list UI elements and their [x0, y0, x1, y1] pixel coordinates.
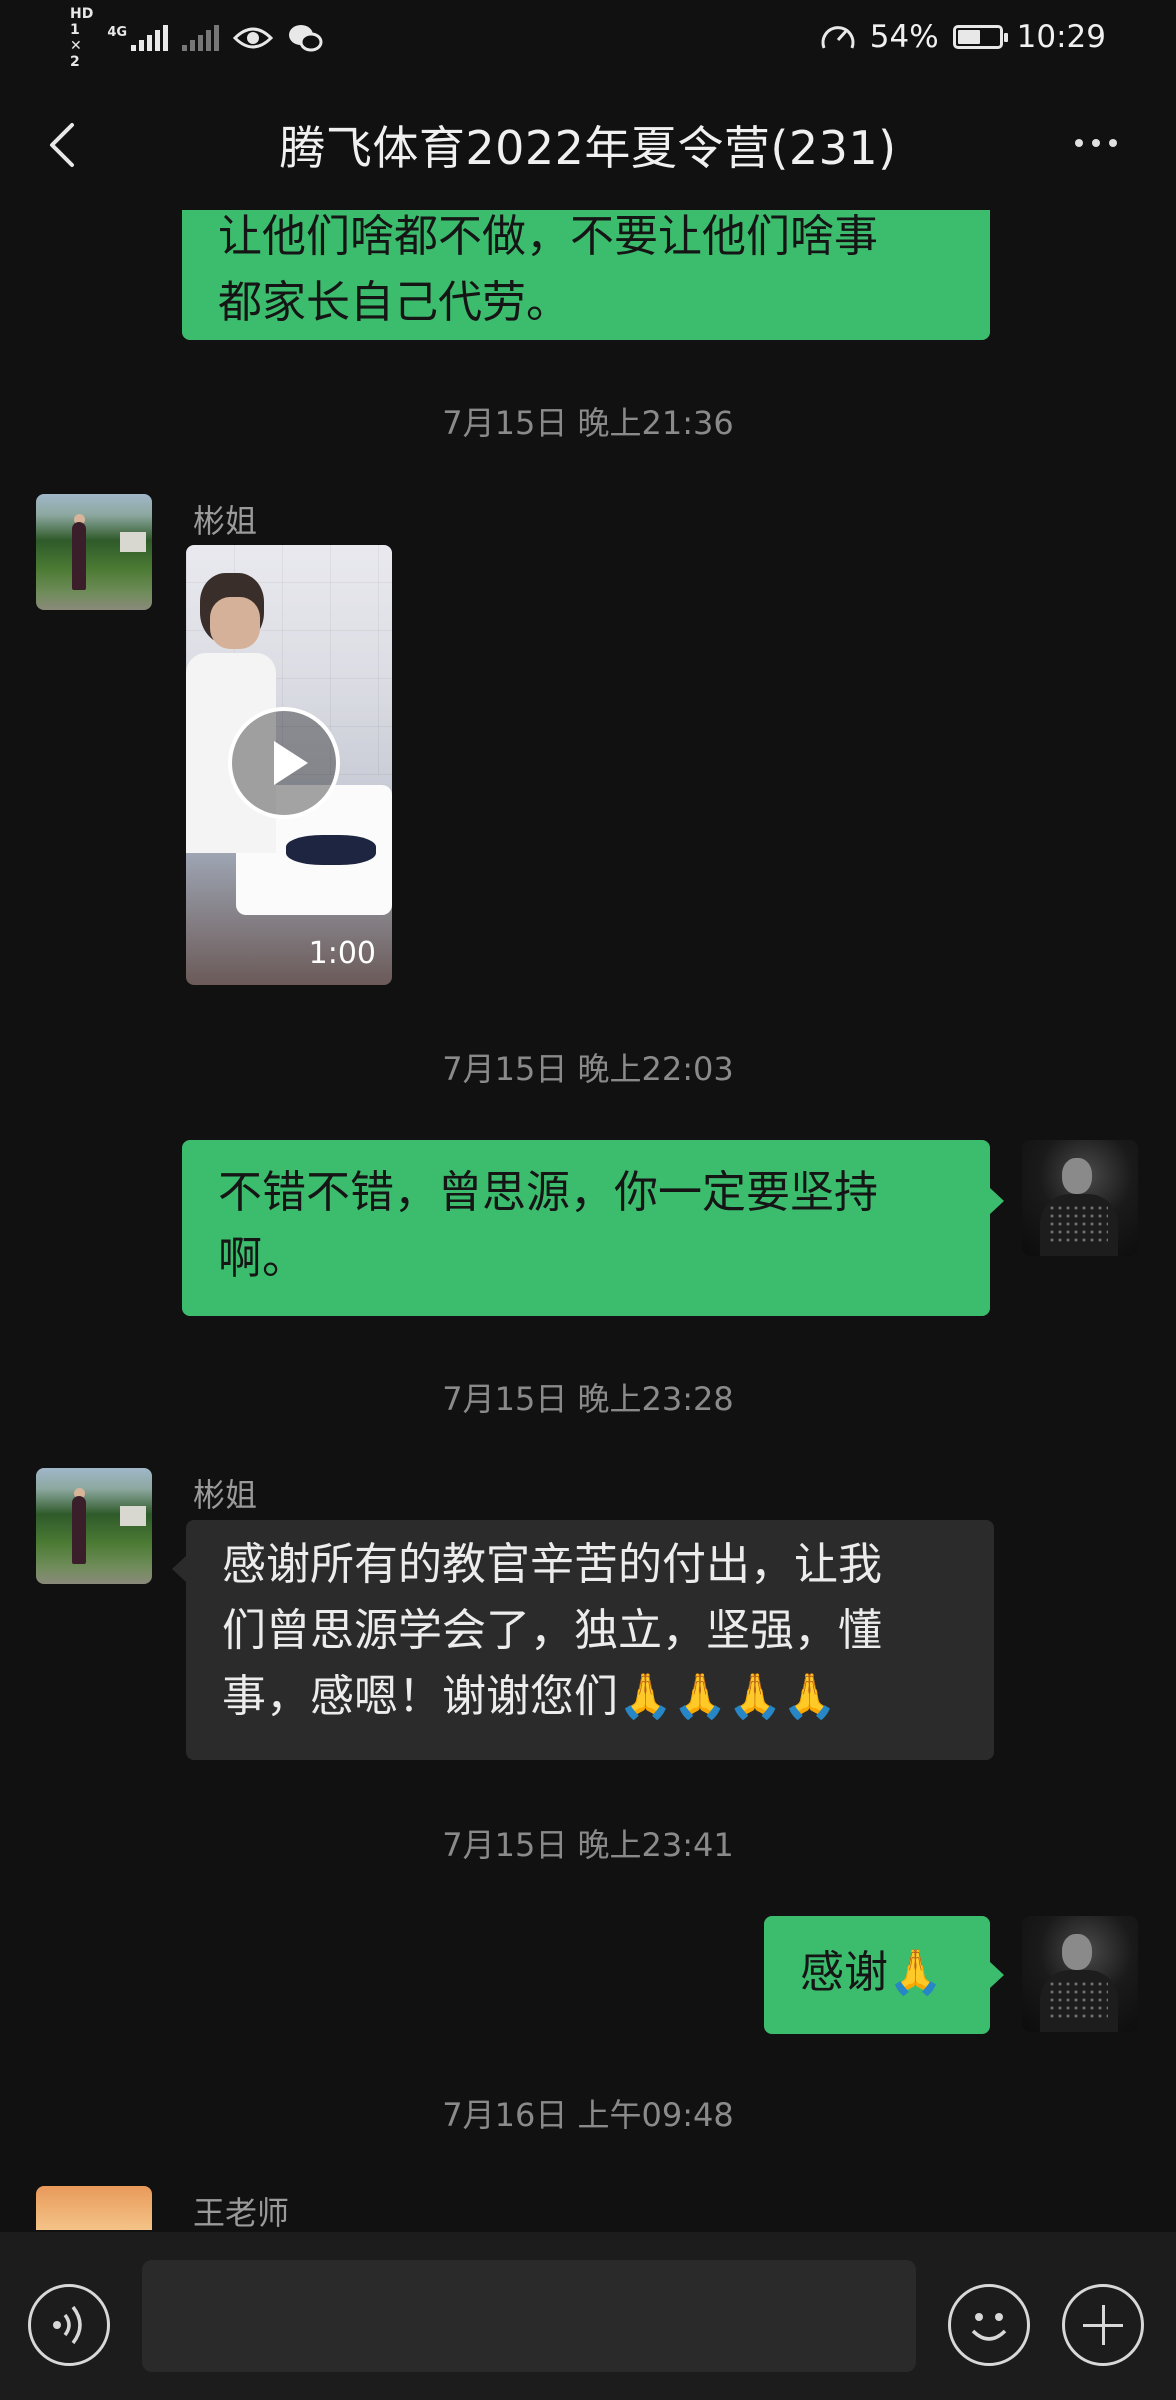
timestamp: 7月16日 上午09:48 — [442, 2096, 734, 2134]
message-line: 事，感嗯！谢谢您们🙏🙏🙏🙏 — [222, 1671, 838, 1722]
message-line: 们曾思源学会了，独立，坚强，懂 — [222, 1605, 882, 1656]
sender-name: 王老师 — [193, 2194, 290, 2230]
avatar[interactable] — [36, 2186, 152, 2230]
wechat-icon — [289, 25, 323, 52]
status-left: HD 1 ✕ 2 4G — [70, 6, 323, 70]
chat-area[interactable]: 让他们啥都不做，不要让他们啥事 都家长自己代劳。 7月15日 晚上21:36 彬… — [0, 210, 1176, 2230]
more-button[interactable] — [1066, 128, 1126, 158]
voice-button[interactable] — [28, 2284, 110, 2366]
input-bar — [0, 2232, 1176, 2400]
bubble-tail — [990, 1188, 1004, 1214]
sim1-label: 1 — [70, 22, 80, 38]
video-message[interactable]: 1:00 — [186, 545, 392, 985]
plus-button[interactable] — [1062, 2284, 1144, 2366]
message-bubble-own[interactable]: 不错不错，曾思源，你一定要坚持 啊。 — [182, 1140, 990, 1316]
message-bubble-own[interactable]: 感谢🙏 — [764, 1916, 990, 2034]
message-line: 感谢所有的教官辛苦的付出，让我 — [222, 1539, 882, 1590]
avatar-self[interactable] — [1022, 1916, 1138, 2032]
signal-2-icon — [182, 25, 220, 51]
signal-icon: 4G — [107, 25, 169, 51]
avatar[interactable] — [36, 1468, 152, 1584]
status-bar: HD 1 ✕ 2 4G 54% 10:29 — [0, 0, 1176, 76]
speed-meter-icon — [821, 26, 855, 49]
bubble-tail — [172, 1556, 186, 1582]
timestamp: 7月15日 晚上23:28 — [442, 1380, 734, 1418]
message-line: 不错不错，曾思源，你一定要坚持 — [218, 1167, 878, 1218]
emoji-icon — [971, 2313, 1007, 2341]
message-line: 啊。 — [218, 1233, 306, 1284]
message-bubble-own[interactable]: 让他们啥都不做，不要让他们啥事 都家长自己代劳。 — [182, 210, 990, 340]
sim2-label: 2 — [70, 54, 80, 70]
bubble-tail — [990, 1962, 1004, 1988]
status-right: 54% 10:29 — [820, 12, 1106, 62]
hd-indicator: HD 1 ✕ 2 — [70, 6, 94, 70]
avatar-self[interactable] — [1022, 1140, 1138, 1256]
emoji-button[interactable] — [948, 2284, 1030, 2366]
eye-icon — [233, 27, 274, 49]
chat-title: 腾飞体育2022年夏令营(231) — [279, 121, 897, 175]
avatar[interactable] — [36, 494, 152, 610]
play-icon[interactable] — [228, 707, 340, 819]
battery-percent: 54% — [869, 19, 939, 55]
sender-name: 彬姐 — [193, 502, 258, 540]
message-bubble-other[interactable]: 感谢所有的教官辛苦的付出，让我 们曾思源学会了，独立，坚强，懂 事，感嗯！谢谢您… — [186, 1520, 994, 1760]
video-duration: 1:00 — [308, 936, 376, 971]
hd-label: HD — [70, 6, 94, 22]
more-horizontal-icon — [1075, 139, 1083, 147]
chat-header: 腾飞体育2022年夏令营(231) — [0, 80, 1176, 210]
message-line: 都家长自己代劳。 — [218, 277, 570, 328]
message-input[interactable] — [142, 2260, 916, 2372]
network-label: 4G — [107, 25, 128, 40]
sender-name: 彬姐 — [193, 1476, 258, 1514]
clock: 10:29 — [1016, 19, 1106, 55]
battery-icon — [952, 25, 1008, 49]
message-line: 感谢🙏 — [800, 1947, 943, 1998]
timestamp: 7月15日 晚上22:03 — [442, 1050, 734, 1088]
message-line: 让他们啥都不做，不要让他们啥事 — [218, 211, 878, 262]
timestamp: 7月15日 晚上21:36 — [442, 404, 734, 442]
timestamp: 7月15日 晚上23:41 — [442, 1826, 734, 1864]
battery-fill — [957, 30, 980, 44]
voice-icon — [53, 2305, 82, 2345]
